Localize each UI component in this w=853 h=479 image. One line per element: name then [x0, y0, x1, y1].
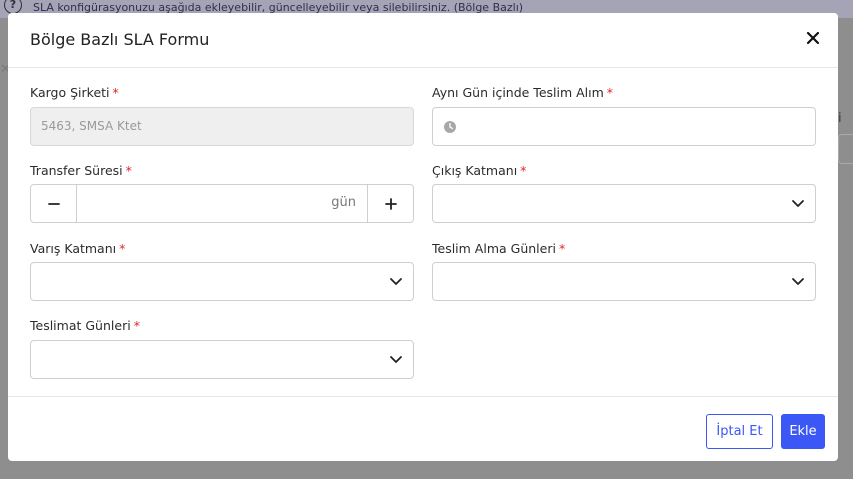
same-day-pickup-label: Aynı Gün içinde Teslim Alım *	[432, 85, 614, 100]
transfer-time-stepper[interactable]: gün	[30, 184, 414, 223]
arrival-layer-select[interactable]	[30, 262, 414, 301]
chevron-down-icon	[390, 356, 402, 363]
cargo-company-value: 5463, SMSA Ktet	[41, 119, 142, 133]
same-day-pickup-time-input[interactable]	[432, 107, 816, 146]
close-button[interactable]	[804, 29, 822, 47]
transfer-time-label: Transfer Süresi *	[30, 163, 132, 178]
exit-layer-select[interactable]	[432, 184, 816, 223]
minus-icon	[47, 202, 60, 205]
transfer-time-unit: gün	[331, 195, 356, 210]
decrement-button[interactable]	[31, 185, 77, 222]
close-icon	[806, 31, 820, 45]
plus-icon	[384, 197, 397, 210]
chevron-down-icon	[792, 278, 804, 285]
arrival-layer-label: Varış Katmanı *	[30, 241, 126, 256]
cancel-button[interactable]: İptal Et	[706, 414, 773, 449]
increment-button[interactable]	[367, 185, 413, 222]
cargo-company-field: 5463, SMSA Ktet	[30, 107, 414, 146]
footer-divider	[8, 396, 838, 397]
pickup-days-select[interactable]	[432, 262, 816, 301]
sla-form-modal: Bölge Bazlı SLA Formu Kargo Şirketi * 546…	[8, 13, 838, 461]
delivery-days-select[interactable]	[30, 340, 414, 379]
chevron-down-icon	[390, 278, 402, 285]
header-divider	[8, 67, 838, 68]
background-label-fragment: i	[838, 111, 842, 126]
clock-icon	[444, 121, 456, 133]
background-input-fragment	[838, 134, 853, 164]
add-button[interactable]: Ekle	[781, 414, 825, 449]
exit-layer-label: Çıkış Katmanı *	[432, 163, 527, 178]
help-icon[interactable]: ?	[4, 0, 22, 14]
cargo-company-label: Kargo Şirketi *	[30, 85, 119, 100]
chevron-down-icon	[792, 200, 804, 207]
modal-title: Bölge Bazlı SLA Formu	[30, 30, 210, 49]
delivery-days-label: Teslimat Günleri *	[30, 318, 140, 333]
pickup-days-label: Teslim Alma Günleri *	[432, 241, 566, 256]
